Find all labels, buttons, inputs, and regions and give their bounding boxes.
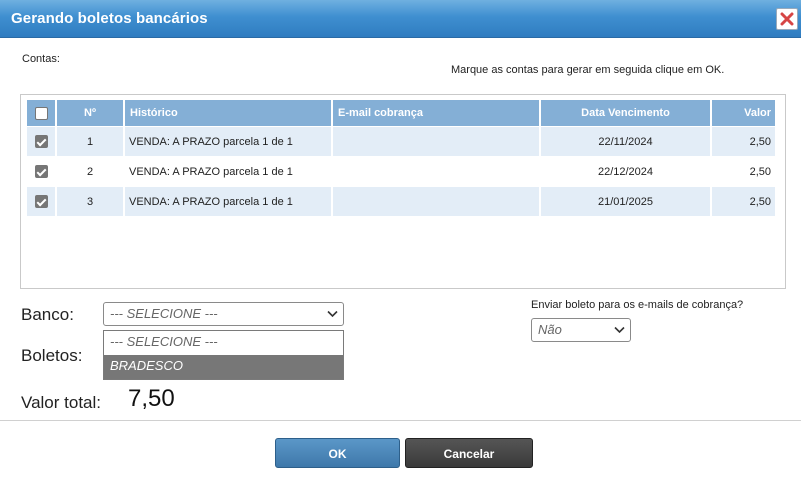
banco-label: Banco:: [21, 305, 74, 324]
table-row[interactable]: 3 VENDA: A PRAZO parcela 1 de 1 21/01/20…: [27, 187, 775, 216]
accounts-table-container: Nº Histórico E-mail cobrança Data Vencim…: [20, 94, 786, 289]
row-valor: 2,50: [712, 157, 775, 186]
header-valor: Valor: [712, 100, 775, 126]
row-email: [333, 187, 539, 216]
row-data-vencimento: 21/01/2025: [541, 187, 710, 216]
header-no: Nº: [57, 100, 123, 126]
valor-total-label: Valor total:: [21, 393, 102, 412]
banco-option-selecione[interactable]: --- SELECIONE ---: [104, 331, 343, 355]
enviar-email-select[interactable]: Não: [531, 318, 631, 342]
select-all-checkbox[interactable]: [34, 106, 48, 120]
row-historico: VENDA: A PRAZO parcela 1 de 1: [125, 127, 331, 156]
row-data-vencimento: 22/12/2024: [541, 157, 710, 186]
accounts-table: Nº Histórico E-mail cobrança Data Vencim…: [25, 99, 777, 217]
contas-label: Contas:: [22, 53, 60, 65]
select-all-header: [27, 100, 55, 126]
dialog-title: Gerando boletos bancários: [11, 10, 208, 27]
header-historico: Histórico: [125, 100, 331, 126]
header-email: E-mail cobrança: [333, 100, 539, 126]
chevron-down-icon: [327, 310, 338, 318]
close-icon: [780, 12, 794, 26]
row-historico: VENDA: A PRAZO parcela 1 de 1: [125, 157, 331, 186]
row-email: [333, 157, 539, 186]
enviar-email-label: Enviar boleto para os e-mails de cobranç…: [531, 299, 744, 311]
banco-select[interactable]: --- SELECIONE ---: [103, 302, 344, 326]
instruction-text: Marque as contas para gerar em seguida c…: [451, 64, 725, 76]
row-valor: 2,50: [712, 127, 775, 156]
dialog-footer: [0, 420, 801, 483]
valor-total-value: 7,50: [128, 385, 175, 412]
row-checkbox[interactable]: [34, 165, 48, 178]
close-button[interactable]: [776, 8, 798, 30]
table-row[interactable]: 2 VENDA: A PRAZO parcela 1 de 1 22/12/20…: [27, 157, 775, 186]
row-checkbox[interactable]: [34, 135, 48, 148]
table-row[interactable]: 1 VENDA: A PRAZO parcela 1 de 1 22/11/20…: [27, 127, 775, 156]
banco-select-value: --- SELECIONE ---: [110, 306, 218, 321]
chevron-down-icon: [614, 326, 625, 334]
row-checkbox[interactable]: [34, 195, 48, 208]
boletos-label: Boletos:: [21, 346, 83, 365]
enviar-email-select-value: Não: [538, 322, 562, 337]
row-email: [333, 127, 539, 156]
row-data-vencimento: 22/11/2024: [541, 127, 710, 156]
table-header-row: Nº Histórico E-mail cobrança Data Vencim…: [27, 100, 775, 126]
row-historico: VENDA: A PRAZO parcela 1 de 1: [125, 187, 331, 216]
row-valor: 2,50: [712, 187, 775, 216]
dialog-titlebar: Gerando boletos bancários: [0, 0, 801, 38]
cancel-button[interactable]: Cancelar: [405, 438, 533, 468]
banco-option-bradesco[interactable]: BRADESCO: [104, 355, 343, 379]
row-no: 2: [57, 157, 123, 186]
row-no: 1: [57, 127, 123, 156]
row-no: 3: [57, 187, 123, 216]
ok-button[interactable]: OK: [275, 438, 400, 468]
banco-dropdown-list: --- SELECIONE --- BRADESCO: [103, 330, 344, 380]
header-data-vencimento: Data Vencimento: [541, 100, 710, 126]
